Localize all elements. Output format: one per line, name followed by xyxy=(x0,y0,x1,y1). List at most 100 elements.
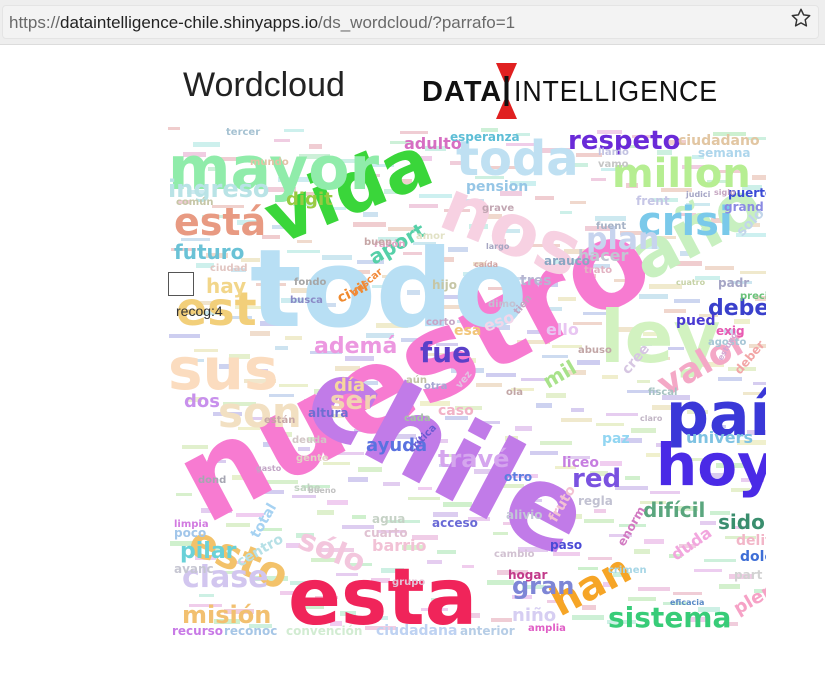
cloud-word[interactable]: mundo xyxy=(250,157,289,168)
cloud-word[interactable]: deuda xyxy=(292,435,327,446)
url-text[interactable]: https://dataintelligence-chile.shinyapps… xyxy=(9,13,515,33)
cloud-word[interactable]: caso xyxy=(438,403,474,419)
cloud-word[interactable]: grave xyxy=(482,203,514,214)
cloud-word[interactable]: esperanza xyxy=(450,130,520,144)
cloud-word[interactable]: amor xyxy=(416,231,445,242)
cloud-word[interactable]: son xyxy=(218,388,302,437)
cloud-word[interactable]: arauco xyxy=(544,254,590,268)
background-filler-word xyxy=(625,476,640,480)
star-outline-icon[interactable] xyxy=(790,7,812,29)
background-filler-word xyxy=(704,559,736,562)
cloud-word[interactable]: alivio xyxy=(506,508,543,522)
cloud-word[interactable]: común xyxy=(176,196,213,208)
cloud-word[interactable]: reconoc xyxy=(224,624,277,635)
cloud-word[interactable]: futuro xyxy=(174,240,244,264)
wordcloud-svg: nuestrochiletodoestavidanosleyañomayorsu… xyxy=(168,127,766,635)
cloud-word[interactable]: semana xyxy=(698,146,751,160)
logo-text-right: INTELLIGENCE xyxy=(514,76,718,108)
cloud-word[interactable]: padr xyxy=(718,276,749,290)
cloud-word[interactable]: hogar xyxy=(508,568,547,582)
cloud-word[interactable]: vamo xyxy=(598,159,629,170)
cloud-word[interactable]: otro xyxy=(504,470,532,484)
cloud-word[interactable]: liceo xyxy=(562,455,599,471)
cloud-word[interactable]: otra xyxy=(424,381,447,392)
url-field[interactable]: https://dataintelligence-chile.shinyapps… xyxy=(2,5,819,39)
cloud-word[interactable]: difícil xyxy=(643,498,705,522)
cloud-word[interactable]: busca xyxy=(290,295,323,306)
cloud-word[interactable]: anterior xyxy=(460,624,515,635)
cloud-word[interactable]: siglo xyxy=(714,188,736,197)
cloud-word[interactable]: convención xyxy=(286,624,362,635)
cloud-word[interactable]: están xyxy=(264,414,295,426)
cloud-word[interactable]: fue xyxy=(420,336,471,369)
cloud-word[interactable]: amplia xyxy=(528,623,566,634)
cloud-word[interactable]: fondo xyxy=(294,277,326,288)
cloud-word[interactable]: cada xyxy=(404,413,431,424)
cloud-word[interactable]: sido xyxy=(718,510,765,534)
cloud-word[interactable]: bueno xyxy=(308,486,337,495)
background-filler-word xyxy=(327,500,348,505)
cloud-word[interactable]: ola xyxy=(506,387,523,398)
cloud-word[interactable]: buen xyxy=(364,237,392,248)
cloud-word[interactable]: ademá xyxy=(314,334,397,359)
cloud-word[interactable]: cambio xyxy=(494,549,535,560)
cloud-word[interactable]: corto xyxy=(426,317,456,328)
cloud-word[interactable]: tres xyxy=(520,273,551,289)
cloud-word[interactable]: crimen xyxy=(608,565,647,576)
cloud-word[interactable]: hijo xyxy=(432,278,457,292)
cloud-word[interactable]: limpia xyxy=(174,519,209,530)
cloud-word[interactable]: part xyxy=(734,568,763,582)
cloud-word[interactable]: altura xyxy=(308,406,349,420)
cloud-word[interactable]: paso xyxy=(550,538,582,552)
cloud-word[interactable]: ciudadana xyxy=(376,623,457,635)
cloud-word[interactable]: fiscal xyxy=(648,387,677,398)
cloud-word[interactable]: claro xyxy=(640,414,663,423)
cloud-word[interactable]: cuatro xyxy=(676,278,706,287)
cloud-word[interactable]: pension xyxy=(466,179,528,195)
cloud-word[interactable]: agua xyxy=(372,512,405,526)
cloud-word[interactable]: delito xyxy=(736,533,766,549)
cloud-word[interactable]: duda xyxy=(667,523,715,564)
cloud-word[interactable]: gasto xyxy=(256,464,282,473)
cloud-word[interactable]: dimo xyxy=(488,299,516,310)
cloud-word[interactable]: travé xyxy=(438,445,509,473)
cloud-word[interactable]: llamo xyxy=(598,147,629,158)
background-filler-word xyxy=(673,592,702,595)
cloud-word[interactable]: grupo xyxy=(392,577,425,588)
cloud-word[interactable]: digit xyxy=(286,189,333,210)
cloud-word[interactable]: avanc xyxy=(174,562,214,576)
cloud-word[interactable]: paz xyxy=(602,431,630,447)
wordcloud-canvas[interactable]: nuestro chile todo esta vida nos ley año mayor su… xyxy=(168,127,766,635)
cloud-word[interactable]: pilar xyxy=(180,539,237,564)
cloud-word[interactable]: frent xyxy=(636,194,670,208)
background-filler-word xyxy=(491,618,512,622)
cloud-word[interactable]: gente xyxy=(296,453,329,464)
cloud-word[interactable]: univers xyxy=(686,428,753,447)
cloud-word[interactable]: fuent xyxy=(596,221,626,232)
cloud-word[interactable]: largo xyxy=(486,242,510,251)
background-filler-word xyxy=(584,519,614,523)
background-filler-word xyxy=(634,549,650,554)
cloud-word[interactable]: dolor xyxy=(740,549,766,565)
cloud-word[interactable]: dos xyxy=(184,391,220,412)
cloud-word[interactable]: recurso xyxy=(172,624,223,635)
cloud-word[interactable]: tercer xyxy=(226,127,260,138)
cloud-word[interactable]: esa xyxy=(454,323,481,339)
cloud-word[interactable]: abuso xyxy=(578,345,612,356)
cloud-word[interactable]: precio xyxy=(740,291,766,302)
cloud-word[interactable]: acceso xyxy=(432,516,478,530)
cloud-word[interactable]: hay xyxy=(206,274,246,298)
cloud-word[interactable]: ello xyxy=(546,320,579,339)
cloud-word[interactable]: pued xyxy=(676,313,716,329)
cloud-word[interactable]: cuarto xyxy=(364,526,408,540)
cloud-word[interactable]: día xyxy=(334,375,365,396)
tooltip-label: recog:4 xyxy=(176,303,223,319)
background-filler-word xyxy=(596,423,624,426)
cloud-word[interactable]: ciudad xyxy=(210,263,248,274)
cloud-word[interactable]: caída xyxy=(474,260,498,269)
cloud-word[interactable]: regla xyxy=(578,494,613,508)
cloud-word[interactable]: judici xyxy=(685,190,711,199)
cloud-word[interactable]: eficacia xyxy=(670,598,704,607)
cloud-word[interactable]: dond xyxy=(198,475,226,486)
cloud-word[interactable]: aún xyxy=(406,374,427,386)
